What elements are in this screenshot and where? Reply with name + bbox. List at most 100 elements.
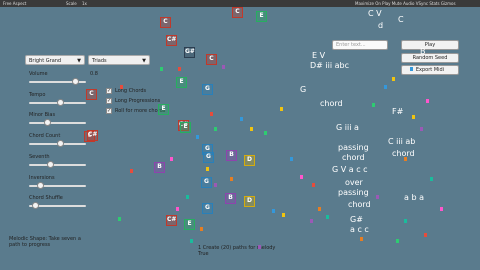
chord-label: passing <box>338 188 369 197</box>
chord-label: G <box>300 85 307 94</box>
chord-label: G iii a <box>336 123 359 132</box>
note-dot <box>430 177 433 181</box>
slider-track[interactable] <box>29 202 86 209</box>
chord-node[interactable]: B <box>225 193 236 204</box>
note-dot <box>412 115 415 119</box>
note-dot <box>222 65 225 69</box>
note-dot <box>272 209 275 213</box>
note-dot <box>258 245 261 249</box>
note-dot <box>230 177 233 181</box>
toolbar-options[interactable]: Maximize On Play Mute Audio VSync Stats … <box>355 0 456 7</box>
checkbox-label: Long Progressions <box>115 98 161 104</box>
note-dot <box>326 215 329 219</box>
chord-label: E V <box>312 51 326 60</box>
chord-label: chord <box>320 99 343 108</box>
status-left: Melodic Shape: Take seven a path to prog… <box>9 236 81 248</box>
chord-label: a c c <box>350 225 369 234</box>
chord-label: passing <box>338 143 369 152</box>
chord-node[interactable]: E <box>176 77 187 88</box>
chord-node[interactable]: C <box>206 54 217 65</box>
scale-value[interactable]: 1x <box>82 0 87 7</box>
slider-track[interactable] <box>29 99 86 106</box>
chord-node[interactable]: G <box>202 84 213 95</box>
chord-node[interactable]: C# <box>166 215 177 226</box>
chord-node[interactable]: C# <box>166 35 177 46</box>
chord-label: chord <box>342 153 365 162</box>
slider-track[interactable] <box>29 182 86 189</box>
note-dot <box>282 213 285 217</box>
chord-label: G V a c c <box>332 165 368 174</box>
note-dot <box>404 219 407 223</box>
slider-handle[interactable] <box>36 182 44 189</box>
checkbox[interactable]: ✓ <box>106 88 112 94</box>
note-dot <box>130 169 133 173</box>
slider-handle[interactable] <box>44 119 51 126</box>
play-button[interactable]: Play <box>401 40 459 50</box>
slider-handle[interactable] <box>31 202 39 209</box>
slider-handle[interactable] <box>71 78 79 85</box>
note-dot <box>250 127 253 131</box>
slider-label: Chord Shuffle <box>29 195 63 201</box>
chord-node[interactable]: D <box>244 155 255 166</box>
chord-node[interactable]: E <box>158 104 169 115</box>
chord-node[interactable]: D <box>244 196 255 207</box>
note-dot <box>404 157 407 161</box>
chord-node[interactable]: G <box>203 152 214 163</box>
chord-label: a b a <box>404 193 424 202</box>
status-center: 1 Create (20) paths for melody True <box>198 245 275 257</box>
note-dot <box>310 219 313 223</box>
chord-node[interactable]: G# <box>184 47 195 58</box>
random-seed-button[interactable]: Random Seed <box>401 53 459 63</box>
chevron-down-icon: ▼ <box>142 58 146 64</box>
chord-node[interactable]: G <box>201 177 212 188</box>
slider-track[interactable] <box>29 161 86 168</box>
note-dot <box>426 99 429 103</box>
note-dot <box>190 239 193 243</box>
chord-label: C V <box>368 9 382 18</box>
chord-type-value: Triads <box>92 58 107 64</box>
chord-node[interactable]: G <box>202 203 213 214</box>
chord-node[interactable]: E <box>180 122 191 133</box>
note-dot <box>312 183 315 187</box>
note-dot <box>196 135 199 139</box>
checkbox[interactable]: ✓ <box>106 98 112 104</box>
note-dot <box>360 237 363 241</box>
note-dot <box>372 103 375 107</box>
chord-node[interactable]: C <box>232 7 243 18</box>
chord-node[interactable]: E <box>184 219 195 230</box>
status-center-line1: 1 Create (20) paths for melody <box>198 245 276 251</box>
game-view-toolbar: Free Aspect Scale 1x Maximize On Play Mu… <box>0 0 480 7</box>
slider-label: Minor Bias <box>29 112 56 118</box>
checkbox[interactable]: ✓ <box>106 108 112 114</box>
note-dot <box>214 183 217 187</box>
note-dot <box>290 157 293 161</box>
note-dot <box>206 167 209 171</box>
search-input[interactable]: Enter text... <box>332 40 388 50</box>
chord-node[interactable]: C <box>160 17 171 28</box>
note-dot <box>424 233 427 237</box>
instrument-dropdown[interactable]: Bright Grand ▼ <box>25 55 85 65</box>
slider-handle[interactable] <box>56 140 64 147</box>
chord-node[interactable]: C <box>86 89 97 100</box>
note-dot <box>410 67 413 71</box>
chord-node[interactable]: B <box>154 162 165 173</box>
slider-track[interactable] <box>29 119 86 126</box>
slider-handle[interactable] <box>56 99 64 106</box>
chord-label: D# iii abc <box>310 61 349 70</box>
chord-node[interactable]: C# <box>87 130 98 141</box>
slider-handle[interactable] <box>46 161 54 168</box>
note-dot <box>210 112 213 116</box>
slider-track[interactable] <box>29 78 86 85</box>
chord-label: G# <box>350 215 363 224</box>
chord-type-dropdown[interactable]: Triads ▼ <box>88 55 150 65</box>
status-center-line2: True <box>198 251 209 257</box>
chord-node[interactable]: B <box>226 150 237 161</box>
chord-node[interactable]: E <box>256 11 267 22</box>
chord-label: B <box>420 47 426 56</box>
slider-track[interactable] <box>29 140 86 147</box>
note-dot <box>240 117 243 121</box>
note-dot <box>214 127 217 131</box>
aspect-label[interactable]: Free Aspect <box>3 0 26 7</box>
slider-label: Volume <box>29 71 48 77</box>
note-dot <box>264 131 267 135</box>
